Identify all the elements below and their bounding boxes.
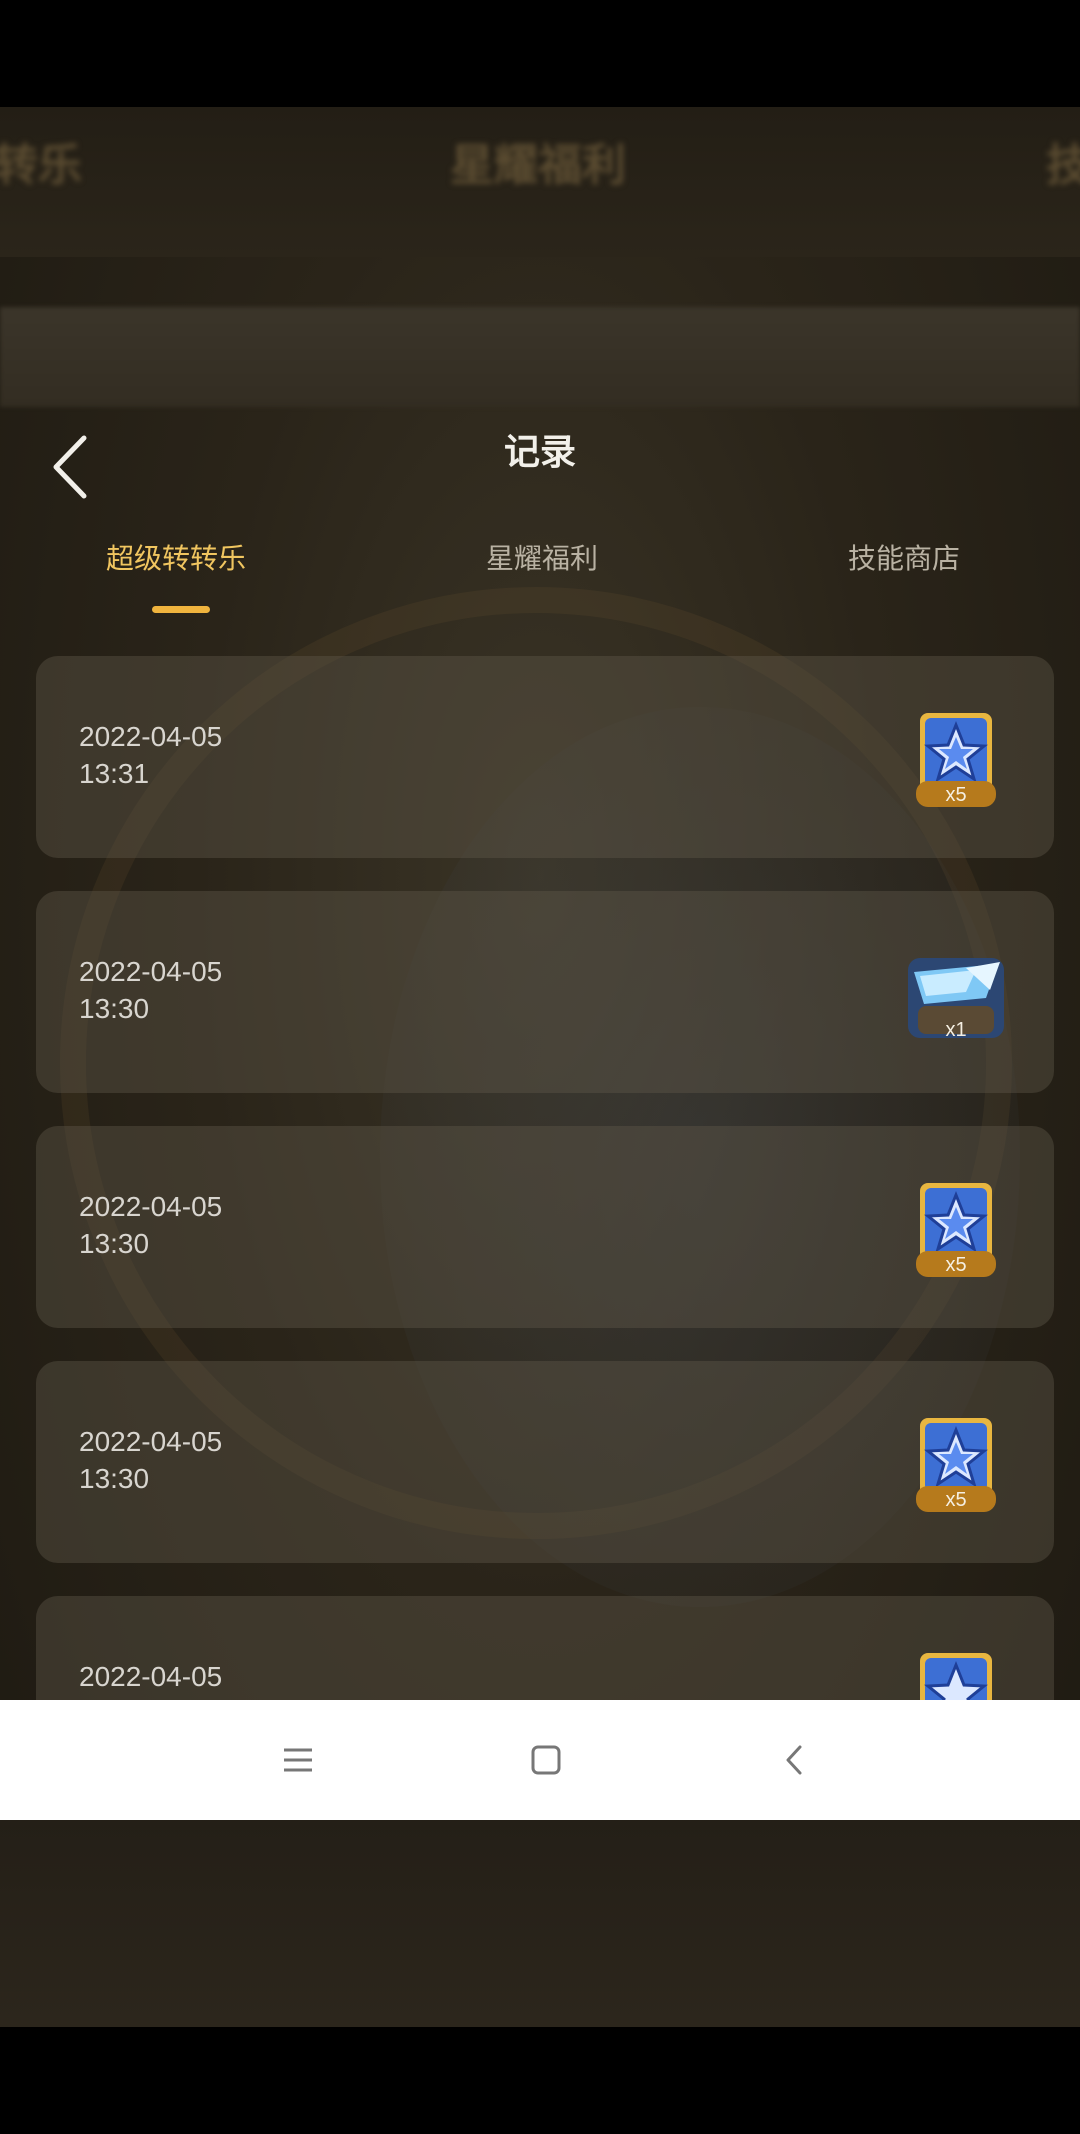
record-item: 2022-04-05 13:31 x5 (36, 656, 1054, 858)
record-item: 2022-04-05 13:30 x1 (36, 891, 1054, 1093)
reward-quantity: x1 (945, 1019, 967, 1041)
record-item: 2022-04-05 13:30 x5 (36, 1361, 1054, 1563)
tab-active-indicator (152, 606, 210, 613)
tab-super-spin[interactable]: 超级转转乐 (106, 537, 246, 577)
reward-quantity: x5 (945, 1489, 967, 1511)
reward-quantity: x5 (945, 1254, 967, 1276)
tab-bar: 超级转转乐 星耀福利 技能商店 (0, 527, 1080, 617)
tab-star-welfare[interactable]: 星耀福利 (486, 537, 598, 577)
system-nav-bar (0, 1700, 1080, 1820)
reward-item: x5 (916, 711, 996, 811)
reward-item (916, 1651, 996, 1700)
background-tab-bar: 转乐 星耀福利 技 (0, 107, 1080, 257)
record-time: 13:30 (79, 1228, 150, 1259)
record-item: 2022-04-05 13:30 x5 (36, 1126, 1054, 1328)
record-time: 13:31 (79, 758, 150, 789)
menu-button[interactable] (268, 1730, 328, 1790)
background-tab-label: 技 (1046, 140, 1080, 191)
record-time: 13:30 (79, 1463, 150, 1494)
star-medal-icon (920, 1653, 992, 1700)
back-chevron-icon (786, 1745, 802, 1775)
record-time: 13:30 (79, 993, 150, 1024)
reward-quantity: x5 (945, 784, 967, 806)
background-strip (0, 307, 1080, 407)
record-date: 2022-04-05 (79, 1661, 223, 1692)
record-date: 2022-04-05 (79, 1191, 223, 1222)
record-date: 2022-04-05 (79, 721, 223, 752)
tab-skill-shop[interactable]: 技能商店 (848, 537, 960, 577)
page-title: 记录 (503, 432, 576, 473)
background-bottom (0, 1819, 1080, 2027)
reward-item: x5 (916, 1181, 996, 1281)
background-tab-label: 星耀福利 (450, 140, 626, 191)
nav-back-button[interactable] (764, 1730, 824, 1790)
home-square-icon (531, 1745, 561, 1775)
menu-icon (284, 1748, 312, 1772)
record-date: 2022-04-05 (79, 1426, 223, 1457)
record-date: 2022-04-05 (79, 956, 223, 987)
record-item: 2022-04-05 (36, 1596, 1054, 1700)
reward-item: x5 (916, 1416, 996, 1516)
home-button[interactable] (516, 1730, 576, 1790)
reward-item: x1 (906, 946, 1006, 1046)
background-tab-label: 转乐 (0, 140, 82, 191)
